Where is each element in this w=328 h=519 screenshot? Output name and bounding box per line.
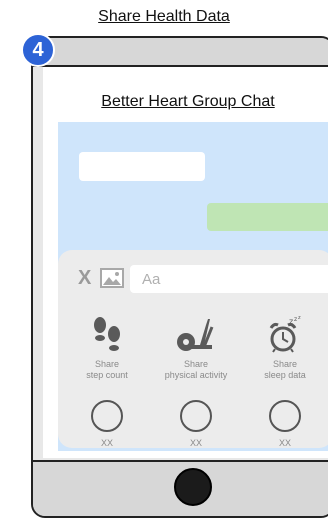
- chat-title: Better Heart Group Chat: [101, 93, 275, 110]
- empty-circle-icon: [180, 400, 212, 432]
- svg-text:z: z: [294, 316, 297, 323]
- placeholder-option-label: XX: [100, 438, 113, 448]
- share-physical-activity-label-line2: physical activity: [164, 370, 228, 380]
- outgoing-message-bubble: [207, 203, 328, 231]
- empty-circle-icon: [91, 400, 123, 432]
- chat-screen: Better Heart Group Chat X Aa Share step …: [43, 67, 328, 458]
- page-title: Share Health Data: [98, 8, 230, 25]
- share-physical-activity-button[interactable]: Share physical activity: [150, 315, 242, 381]
- share-sleep-data-button[interactable]: z z z Share sleep data: [239, 315, 328, 381]
- share-sleep-data-label-line1: Share: [272, 359, 298, 369]
- share-step-count-label-line1: Share: [94, 359, 120, 369]
- chat-message-area: X Share: [58, 122, 328, 451]
- placeholder-option-2[interactable]: XX: [150, 400, 242, 448]
- share-health-data-panel: X Share: [58, 250, 328, 448]
- tablet-device-frame: Better Heart Group Chat X Aa Share step …: [31, 36, 328, 518]
- share-physical-activity-label-line1: Share: [183, 359, 209, 369]
- device-bottom-bezel: [33, 460, 328, 516]
- placeholder-option-label: XX: [278, 438, 291, 448]
- placeholder-option-3[interactable]: XX: [239, 400, 328, 448]
- footprints-icon: [94, 317, 120, 351]
- placeholder-option-label: XX: [189, 438, 202, 448]
- incoming-message-bubble: [79, 152, 205, 181]
- share-sleep-data-label-line2: sleep data: [264, 370, 306, 380]
- step-number-badge: 4: [21, 33, 55, 67]
- placeholder-option-1[interactable]: XX: [61, 400, 153, 448]
- share-step-count-label-line2: step count: [86, 370, 128, 380]
- message-input[interactable]: [130, 265, 328, 293]
- empty-circle-icon: [269, 400, 301, 432]
- device-top-bezel: [33, 38, 328, 67]
- message-composer: X: [78, 265, 328, 293]
- share-step-count-button[interactable]: Share step count: [61, 315, 153, 381]
- alarm-clock-zzz-icon: z z z: [269, 315, 301, 353]
- svg-text:z: z: [298, 315, 301, 321]
- close-icon[interactable]: X: [78, 268, 91, 288]
- home-button[interactable]: [174, 468, 212, 506]
- image-icon[interactable]: [100, 268, 124, 288]
- exercise-bike-icon: [177, 319, 214, 351]
